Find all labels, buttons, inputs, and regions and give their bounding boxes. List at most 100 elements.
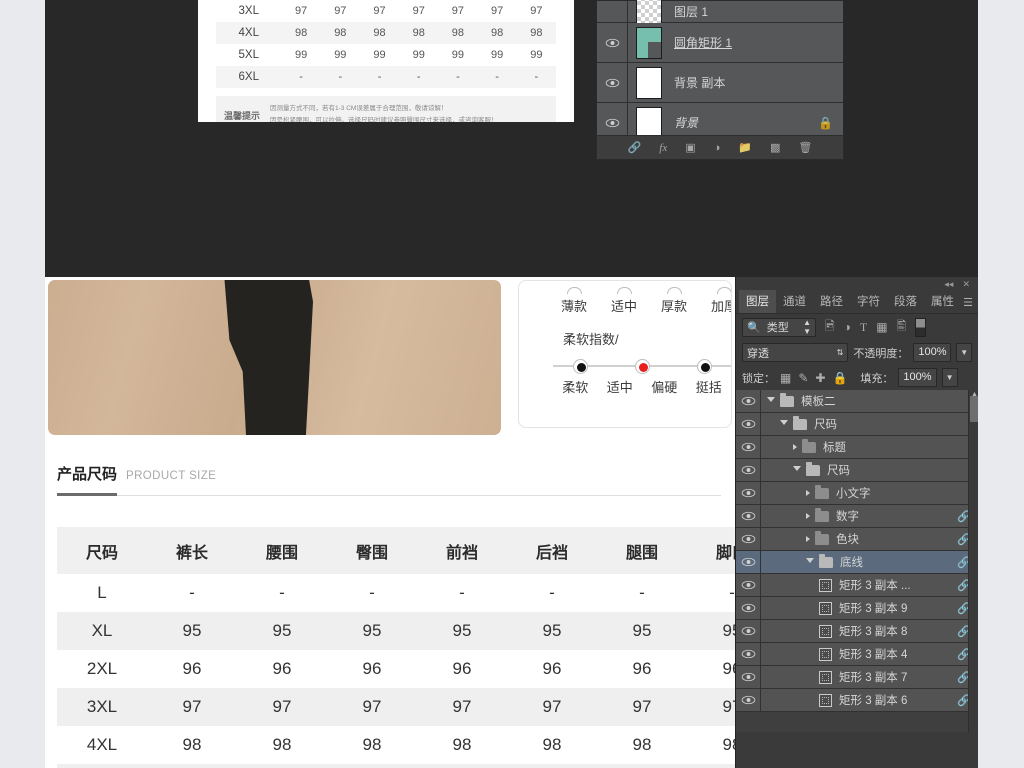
layer-row[interactable]: 模板二 bbox=[736, 390, 978, 413]
layer-visibility-toggle[interactable] bbox=[597, 63, 628, 102]
layer-name: 数字 bbox=[836, 511, 859, 523]
layer-row[interactable]: 矩形 3 副本 7 🔗 bbox=[736, 666, 978, 689]
layer-visibility-toggle[interactable] bbox=[736, 643, 761, 665]
chevron-right-icon[interactable] bbox=[806, 536, 810, 542]
layer-row[interactable]: 矩形 3 副本 6 🔗 bbox=[736, 689, 978, 712]
softness-slider-dot[interactable] bbox=[573, 359, 588, 374]
layer-row[interactable]: 矩形 3 副本 8 🔗 bbox=[736, 620, 978, 643]
blend-mode-select[interactable]: 穿透 ⇅ bbox=[742, 343, 849, 362]
measure-cell: 95 bbox=[507, 612, 597, 650]
opacity-stepper[interactable]: ▼ bbox=[956, 343, 972, 362]
link-icon[interactable]: 🔗 bbox=[628, 141, 642, 154]
layer-row[interactable]: 小文字 bbox=[736, 482, 978, 505]
thickness-dot-icon bbox=[716, 287, 731, 294]
chevron-updown-icon: ▲ ▼ bbox=[803, 318, 811, 336]
softness-index-label: 柔软指数/ bbox=[563, 332, 619, 347]
fx-icon[interactable]: fx bbox=[659, 142, 667, 154]
layer-list-scrollbar[interactable]: ▲ bbox=[968, 390, 978, 732]
mask-icon[interactable]: ▣ bbox=[685, 141, 695, 154]
panel-menu-icon[interactable]: ☰ bbox=[963, 296, 973, 309]
layer-visibility-toggle[interactable] bbox=[736, 574, 761, 596]
tab-路径[interactable]: 路径 bbox=[813, 290, 850, 313]
layer-kind-value: 类型 bbox=[766, 322, 789, 334]
measure-cell: 96 bbox=[542, 659, 562, 678]
move-lock-icon[interactable]: ✚ bbox=[815, 371, 825, 385]
layer-visibility-toggle[interactable] bbox=[597, 23, 628, 62]
chevron-right-icon[interactable] bbox=[806, 513, 810, 519]
transparency-lock-icon[interactable]: ▦ bbox=[780, 371, 791, 385]
filter-enable-toggle[interactable] bbox=[915, 317, 927, 337]
layer-visibility-toggle[interactable] bbox=[736, 689, 761, 711]
adjustment-icon[interactable]: ◑ bbox=[714, 142, 721, 154]
layer-visibility-toggle[interactable] bbox=[736, 459, 761, 481]
layer-kind-select[interactable]: 🔍 类型 ▲ ▼ bbox=[742, 317, 816, 337]
layer-row[interactable]: 色块 🔗 bbox=[736, 528, 978, 551]
scrollbar-thumb[interactable] bbox=[970, 396, 978, 422]
measure-cell: - bbox=[320, 66, 360, 88]
layer-row[interactable]: 尺码 bbox=[736, 413, 978, 436]
softness-slider[interactable] bbox=[553, 358, 731, 374]
tab-段落[interactable]: 段落 bbox=[887, 290, 924, 313]
layer-row[interactable]: 矩形 3 副本 4 🔗 bbox=[736, 643, 978, 666]
tab-属性[interactable]: 属性 bbox=[924, 290, 961, 313]
layer-visibility-toggle[interactable] bbox=[597, 1, 628, 22]
layer-row[interactable]: 尺码 bbox=[736, 459, 978, 482]
layer-visibility-toggle[interactable] bbox=[736, 505, 761, 527]
chevron-down-icon[interactable] bbox=[780, 420, 788, 428]
layer-visibility-toggle[interactable] bbox=[736, 551, 761, 573]
close-icon[interactable]: ✕ bbox=[962, 279, 970, 290]
product-photo-subject bbox=[223, 280, 313, 435]
thickness-option[interactable]: 厚款 bbox=[661, 287, 687, 315]
all-lock-icon[interactable]: 🔒 bbox=[832, 371, 847, 385]
opacity-input[interactable]: 100% bbox=[913, 343, 952, 362]
pixel-filter-icon[interactable]: 🖻 bbox=[825, 317, 835, 338]
folder-icon[interactable]: 📁 bbox=[738, 141, 752, 154]
layer-row[interactable]: 矩形 3 副本 9 🔗 bbox=[736, 597, 978, 620]
fill-stepper[interactable]: ▼ bbox=[941, 368, 958, 387]
smart-object-filter-icon[interactable]: 🖺 bbox=[897, 317, 907, 338]
new-layer-icon[interactable]: ▩ bbox=[770, 141, 780, 154]
layer-visibility-toggle[interactable] bbox=[736, 390, 761, 412]
thickness-dot-icon bbox=[566, 287, 582, 294]
layer-row[interactable]: 背景 副本 bbox=[597, 63, 843, 103]
chevron-down-icon[interactable] bbox=[767, 397, 775, 405]
layer-row[interactable]: 底线 🔗 bbox=[736, 551, 978, 574]
layer-visibility-toggle[interactable] bbox=[736, 620, 761, 642]
collapse-icon[interactable]: ◂◂ bbox=[944, 279, 953, 290]
layer-row[interactable]: 图层 1 bbox=[597, 0, 843, 28]
layer-visibility-toggle[interactable] bbox=[736, 413, 761, 435]
thickness-option[interactable]: 适中 bbox=[611, 287, 637, 315]
tab-图层[interactable]: 图层 bbox=[739, 290, 776, 313]
thickness-option[interactable]: 加厚 bbox=[711, 287, 731, 315]
adjustment-filter-icon[interactable]: ◑ bbox=[844, 320, 851, 334]
layer-row[interactable]: 圆角矩形 1 bbox=[597, 23, 843, 63]
thickness-option[interactable]: 薄款 bbox=[561, 287, 587, 315]
softness-slider-dot[interactable] bbox=[635, 359, 650, 374]
fill-input[interactable]: 100% bbox=[898, 368, 937, 387]
chevron-down-icon[interactable] bbox=[793, 466, 801, 474]
layer-visibility-toggle[interactable] bbox=[736, 436, 761, 458]
floating-panel-bottom-toolbar: 🔗 fx ▣ ◑ 📁 ▩ 🗑 bbox=[597, 135, 843, 159]
trash-icon[interactable]: 🗑 bbox=[798, 141, 812, 154]
layer-visibility-toggle[interactable] bbox=[736, 528, 761, 550]
eye-icon bbox=[741, 695, 755, 705]
softness-slider-labels: 柔软 适中 偏硬 挺括 bbox=[553, 377, 731, 396]
layer-visibility-toggle[interactable] bbox=[736, 482, 761, 504]
layer-row[interactable]: 矩形 3 副本 ... 🔗 bbox=[736, 574, 978, 597]
softness-slider-dot[interactable] bbox=[697, 359, 712, 374]
chevron-down-icon[interactable] bbox=[806, 558, 814, 566]
chevron-right-icon[interactable] bbox=[806, 490, 810, 496]
table-row: 3XL 97 97 97 97 97 97 97 bbox=[216, 0, 556, 22]
chevron-right-icon[interactable] bbox=[793, 444, 797, 450]
layer-visibility-toggle[interactable] bbox=[736, 666, 761, 688]
measure-cell: 98 bbox=[632, 735, 652, 754]
measure-cell: 97 bbox=[373, 5, 386, 17]
tab-字符[interactable]: 字符 bbox=[850, 290, 887, 313]
tab-通道[interactable]: 通道 bbox=[776, 290, 813, 313]
type-filter-icon[interactable]: T bbox=[860, 320, 867, 335]
layer-visibility-toggle[interactable] bbox=[736, 597, 761, 619]
shape-filter-icon[interactable]: ▦ bbox=[876, 320, 887, 334]
layer-row[interactable]: 标题 bbox=[736, 436, 978, 459]
layer-row[interactable]: 数字 🔗 bbox=[736, 505, 978, 528]
brush-lock-icon[interactable]: ✎ bbox=[798, 371, 808, 385]
